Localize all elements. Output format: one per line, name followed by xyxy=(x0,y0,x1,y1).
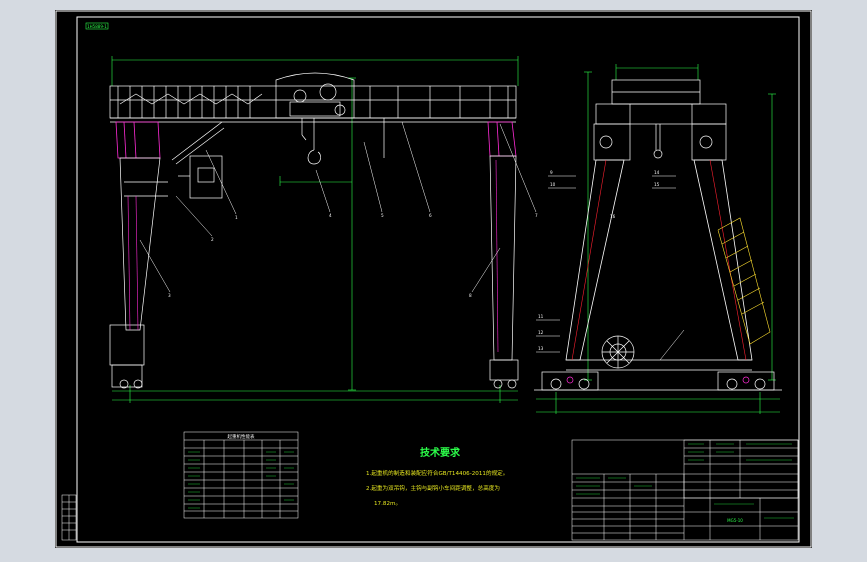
callout-16: 16 xyxy=(610,214,616,219)
sheet-background xyxy=(55,10,812,548)
cable-drum xyxy=(601,335,635,369)
callout-8: 8 xyxy=(469,293,472,298)
callout-4: 4 xyxy=(329,213,332,218)
callout-5: 5 xyxy=(381,213,384,218)
drawing-number: MG5-10 xyxy=(727,518,743,523)
callout-11: 11 xyxy=(538,314,544,319)
callout-2: 2 xyxy=(211,237,214,242)
tech-requirement-line-2: 2.起重为双吊钩，主钩与副钩小车间距调整，总高度为 xyxy=(366,484,500,492)
callout-1: 1 xyxy=(235,215,238,220)
callout-3: 3 xyxy=(168,293,171,298)
callout-9: 9 xyxy=(550,170,553,175)
callout-14: 14 xyxy=(654,170,660,175)
callout-13: 13 xyxy=(538,346,544,351)
callout-6: 6 xyxy=(429,213,432,218)
callout-12: 12 xyxy=(538,330,544,335)
tech-requirement-line-1: 1.起重机的制造和装配应符合GB/T14406-2011的规定。 xyxy=(366,469,508,477)
callout-15: 15 xyxy=(654,182,660,187)
parameter-table-title: 起重机性能表 xyxy=(228,433,255,440)
sheet-tag: 1H5889-1 xyxy=(87,24,107,29)
cad-drawing-canvas: 1H5889-1 1 2 3 4 5 6 7 8 9 10 11 12 13 1… xyxy=(55,10,812,548)
callout-10: 10 xyxy=(550,182,556,187)
tech-requirements-title: 技术要求 xyxy=(420,446,461,459)
tech-requirement-line-3: 17.82m。 xyxy=(374,501,401,507)
callout-7: 7 xyxy=(535,213,538,218)
